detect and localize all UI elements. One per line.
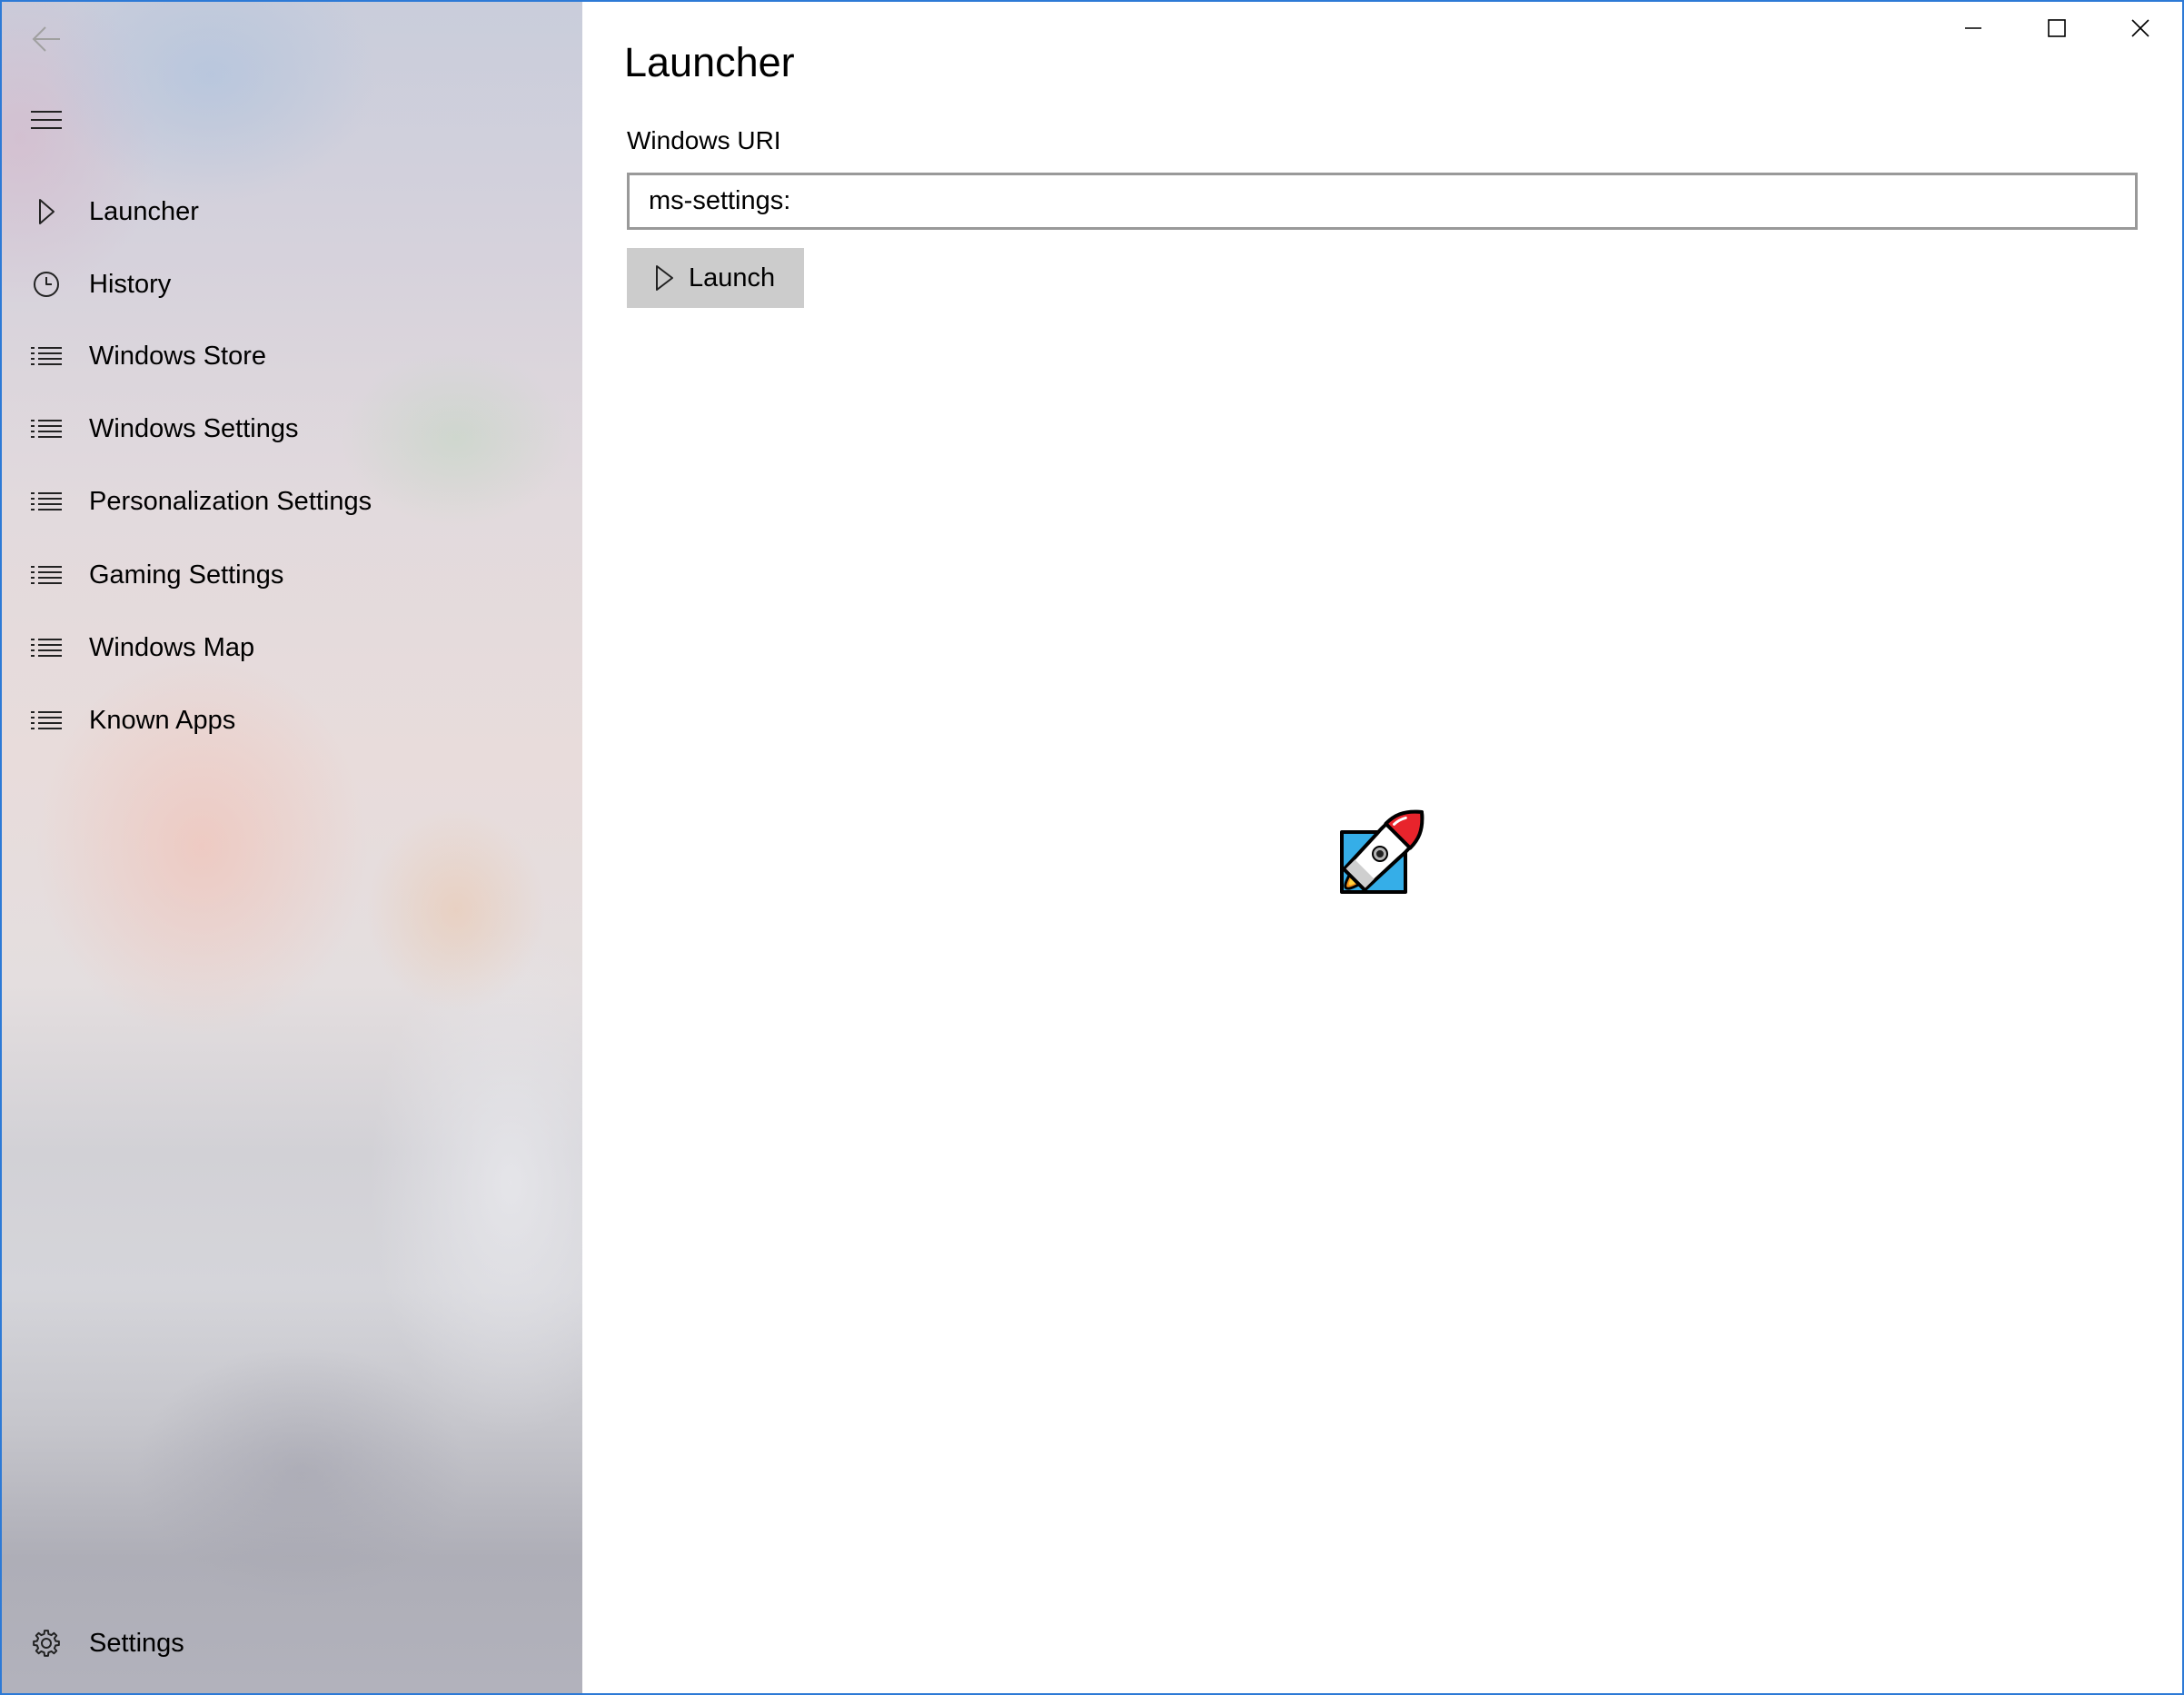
back-button[interactable]	[2, 12, 91, 66]
nav-item-settings[interactable]: Settings	[2, 1607, 582, 1680]
nav-item-windows-map[interactable]: Windows Map	[2, 611, 582, 684]
uri-field-label: Windows URI	[627, 126, 781, 154]
nav-item-windows-settings[interactable]: Windows Settings	[2, 392, 582, 465]
close-icon	[2131, 19, 2149, 37]
nav-item-label: Personalization Settings	[89, 487, 372, 516]
list-icon	[31, 345, 62, 367]
nav-item-known-apps[interactable]: Known Apps	[2, 684, 582, 757]
nav-item-label: History	[89, 270, 172, 299]
list-icon	[31, 491, 62, 512]
nav-item-label: Launcher	[89, 197, 199, 226]
nav-item-label: Gaming Settings	[89, 560, 284, 590]
list-icon	[31, 637, 62, 659]
list-icon	[31, 709, 62, 731]
list-icon	[31, 564, 62, 586]
nav-item-gaming-settings[interactable]: Gaming Settings	[2, 539, 582, 611]
close-button[interactable]	[2099, 2, 2182, 55]
clock-icon	[31, 271, 62, 298]
app-window: Launcher History Windows Store Windows S…	[0, 0, 2184, 1695]
play-icon	[31, 198, 62, 225]
hamburger-icon	[31, 111, 62, 129]
nav-item-windows-store[interactable]: Windows Store	[2, 320, 582, 392]
page-title: Launcher	[624, 39, 795, 85]
launch-button-label: Launch	[689, 263, 776, 292]
navigation-pane: Launcher History Windows Store Windows S…	[2, 2, 582, 1693]
nav-item-personalization-settings[interactable]: Personalization Settings	[2, 465, 582, 538]
launch-button[interactable]: Launch	[627, 248, 804, 308]
nav-item-launcher[interactable]: Launcher	[2, 175, 582, 248]
nav-item-label: Windows Settings	[89, 414, 299, 443]
nav-item-label: Known Apps	[89, 706, 236, 735]
list-icon	[31, 418, 62, 440]
nav-item-history[interactable]: History	[2, 248, 582, 321]
rocket-icon	[1336, 807, 1427, 897]
maximize-button[interactable]	[2015, 2, 2099, 55]
maximize-icon	[2048, 19, 2066, 37]
play-icon	[654, 264, 674, 292]
nav-item-label: Windows Store	[89, 342, 267, 371]
minimize-button[interactable]	[1931, 2, 2015, 55]
minimize-icon	[1964, 19, 1982, 37]
nav-item-label: Settings	[89, 1629, 184, 1658]
back-arrow-icon	[31, 24, 62, 55]
menu-button[interactable]	[2, 93, 91, 147]
uri-input[interactable]	[627, 173, 2138, 230]
nav-item-label: Windows Map	[89, 633, 255, 662]
gear-icon	[31, 1629, 62, 1658]
